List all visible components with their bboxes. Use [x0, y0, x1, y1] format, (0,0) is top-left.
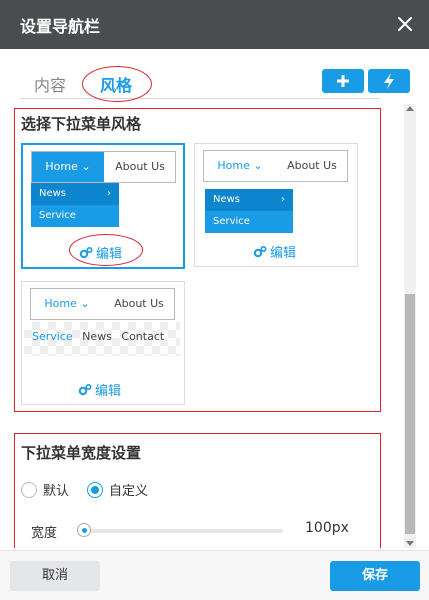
dialog-title: 设置导航栏	[20, 17, 101, 36]
dropdown-item: Service	[39, 210, 76, 221]
dropdown-style-section: 选择下拉菜单风格 Home ⌄ About Us News › Service 编…	[14, 108, 381, 412]
radio-default[interactable]: 默认	[21, 480, 69, 499]
nav-home: Home ⌄	[217, 159, 263, 172]
settings-scroll-area[interactable]: 选择下拉菜单风格 Home ⌄ About Us News › Service 编…	[0, 104, 429, 548]
edit-link[interactable]: 编辑	[253, 242, 296, 261]
dropdown-width-section: 下拉菜单宽度设置 默认 自定义 宽度 100px	[14, 433, 381, 548]
dropdown-item: News ›	[205, 189, 293, 211]
radio-button[interactable]	[87, 482, 103, 498]
scrollbar-thumb[interactable]	[405, 294, 415, 534]
lightning-button[interactable]	[368, 69, 410, 93]
dialog-footer: 取消 保存	[0, 550, 429, 600]
flat-menu: Service News Contact	[32, 330, 170, 343]
slider-value: 100px	[305, 520, 349, 536]
width-slider-knob[interactable]	[77, 523, 91, 537]
radio-button[interactable]	[21, 482, 37, 498]
nav-preview: Home ⌄ About Us	[30, 288, 175, 320]
section-title: 下拉菜单宽度设置	[21, 444, 142, 462]
nav-about: About Us	[115, 160, 165, 173]
edit-link[interactable]: 编辑	[78, 380, 121, 399]
add-button[interactable]	[322, 69, 364, 93]
scroll-down-icon[interactable]	[406, 541, 414, 546]
dropdown-menu: News › Service	[31, 183, 119, 227]
nav-about: About Us	[287, 159, 337, 172]
dropdown-item: Service	[213, 216, 250, 227]
nav-preview: Home ⌄ About Us	[203, 150, 348, 182]
dropdown-menu: News › Service	[205, 189, 293, 233]
lightning-icon	[384, 73, 394, 89]
style-card-3[interactable]: Home ⌄ About Us Service News Contact 编辑	[21, 281, 185, 405]
width-slider-track[interactable]	[83, 529, 283, 533]
nav-home: Home ⌄	[44, 297, 90, 310]
gears-icon	[253, 245, 267, 258]
cancel-button[interactable]: 取消	[10, 561, 100, 591]
nav-about: About Us	[114, 297, 164, 310]
dropdown-item: News ›	[31, 183, 119, 205]
style-card-2[interactable]: Home ⌄ About Us News › Service 编辑	[194, 143, 358, 267]
annotation-circle	[69, 234, 143, 266]
radio-custom[interactable]: 自定义	[87, 480, 148, 499]
scroll-up-icon[interactable]	[406, 106, 414, 111]
section-title: 选择下拉菜单风格	[21, 115, 142, 133]
flat-menu-item: News	[82, 330, 112, 343]
nav-home: Home ⌄	[32, 152, 104, 182]
slider-label: 宽度	[31, 526, 58, 541]
flat-menu-item: Contact	[121, 330, 165, 343]
vertical-scrollbar[interactable]	[404, 104, 416, 548]
tab-underline	[20, 98, 380, 99]
nav-preview: Home ⌄ About Us	[31, 151, 176, 183]
close-icon[interactable]	[393, 12, 417, 36]
gears-icon	[78, 383, 92, 396]
flat-menu-item: Service	[32, 330, 73, 343]
save-button[interactable]: 保存	[330, 561, 420, 591]
dialog-header: 设置导航栏	[0, 0, 429, 49]
plus-icon	[337, 75, 349, 87]
annotation-circle	[82, 66, 152, 102]
tab-content[interactable]: 内容	[34, 72, 66, 96]
